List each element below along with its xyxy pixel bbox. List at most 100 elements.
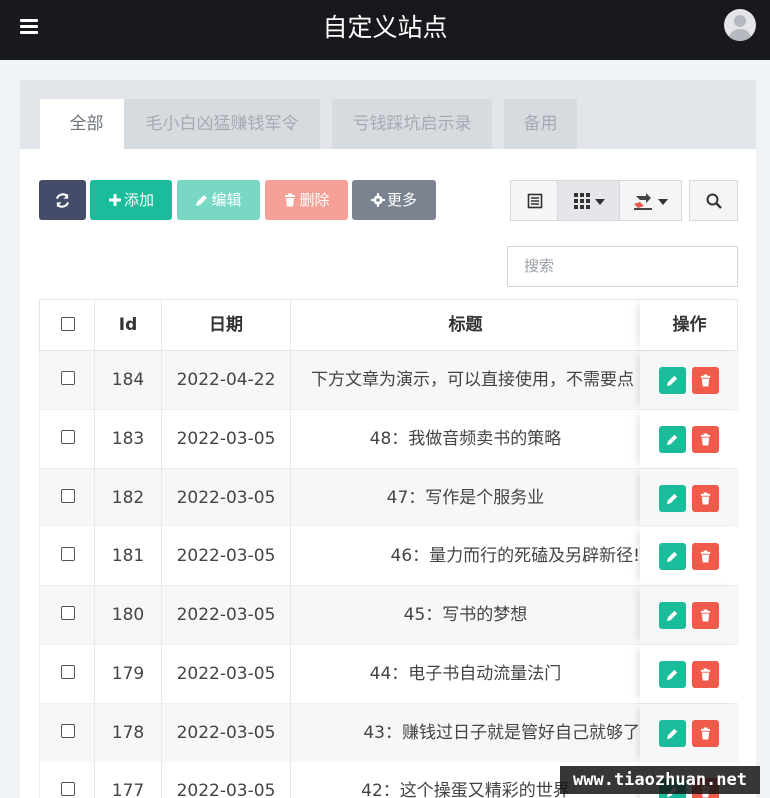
row-title: 43：赚钱过日子就是管好自己就够了	[363, 723, 640, 743]
row-edit-button[interactable]	[659, 661, 686, 688]
row-title: 44：电子书自动流量法门	[369, 664, 562, 684]
refresh-button[interactable]	[39, 180, 86, 220]
row-delete-button[interactable]	[692, 661, 719, 688]
row-actions	[640, 527, 739, 585]
trash-icon	[700, 433, 711, 446]
row-edit-button[interactable]	[659, 426, 686, 453]
pencil-icon	[666, 551, 678, 563]
trash-icon	[700, 668, 711, 681]
row-edit-button[interactable]	[659, 485, 686, 512]
row-date: 2022-03-05	[162, 704, 291, 762]
row-edit-button[interactable]	[659, 543, 686, 570]
row-checkbox[interactable]	[61, 724, 75, 738]
row-checkbox[interactable]	[61, 606, 75, 620]
table-header: Id 日期 标题 操作	[39, 299, 738, 351]
row-date: 2022-03-05	[162, 762, 291, 798]
delete-label: 删除	[299, 191, 330, 209]
row-checkbox[interactable]	[61, 430, 75, 444]
row-checkbox[interactable]	[61, 489, 75, 503]
tab-lessons[interactable]: 亏钱踩坑启示录	[332, 99, 492, 149]
header-checkbox-cell	[40, 300, 95, 350]
pencil-icon	[666, 375, 678, 387]
row-date: 2022-04-22	[162, 351, 291, 409]
list-icon	[527, 193, 543, 209]
column-header-date[interactable]: 日期	[162, 300, 291, 350]
edit-button[interactable]: 编辑	[177, 180, 260, 220]
trash-icon	[700, 727, 711, 740]
row-title: 45：写书的梦想	[403, 605, 528, 625]
row-checkbox-cell	[40, 704, 95, 762]
tab-all[interactable]: 全部	[40, 99, 133, 149]
pencil-icon	[666, 728, 678, 740]
row-edit-button[interactable]	[659, 720, 686, 747]
gear-icon	[370, 193, 385, 207]
row-title: 47：写作是个服务业	[386, 488, 545, 508]
row-edit-button[interactable]	[659, 367, 686, 394]
pencil-icon	[666, 610, 678, 622]
user-avatar-icon[interactable]	[724, 9, 756, 41]
row-id: 183	[95, 410, 162, 468]
row-id: 177	[95, 762, 162, 798]
row-date: 2022-03-05	[162, 469, 291, 527]
row-checkbox[interactable]	[61, 782, 75, 796]
search-button[interactable]	[689, 180, 738, 221]
table-row: 182 2022-03-05 47：写作是个服务业	[39, 469, 739, 528]
row-checkbox-cell	[40, 586, 95, 644]
toggle-view-button[interactable]	[510, 180, 558, 221]
pencil-icon	[666, 493, 678, 505]
row-delete-button[interactable]	[692, 426, 719, 453]
watermark: www.tiaozhuan.net	[560, 766, 760, 794]
search-input[interactable]: 搜索	[507, 246, 738, 287]
add-button[interactable]: 添加	[90, 180, 172, 220]
row-delete-button[interactable]	[692, 602, 719, 629]
column-header-title[interactable]: 标题	[291, 300, 640, 350]
column-header-id[interactable]: Id	[95, 300, 162, 350]
row-actions	[640, 469, 739, 527]
select-all-checkbox[interactable]	[61, 317, 75, 331]
row-delete-button[interactable]	[692, 543, 719, 570]
row-checkbox[interactable]	[61, 547, 75, 561]
row-checkbox-cell	[40, 410, 95, 468]
top-navbar: 自定义站点	[0, 0, 770, 60]
row-delete-button[interactable]	[692, 485, 719, 512]
row-checkbox-cell	[40, 645, 95, 703]
add-label: 添加	[123, 191, 154, 209]
row-date: 2022-03-05	[162, 527, 291, 585]
more-label: 更多	[386, 191, 417, 209]
chevron-down-icon	[658, 199, 668, 205]
row-id: 179	[95, 645, 162, 703]
more-button[interactable]: 更多	[352, 180, 436, 220]
row-delete-button[interactable]	[692, 720, 719, 747]
row-delete-button[interactable]	[692, 367, 719, 394]
tab-earn-money[interactable]: 毛小白凶猛赚钱军令	[124, 99, 320, 149]
plus-icon	[108, 194, 121, 206]
columns-dropdown-button[interactable]	[557, 180, 620, 221]
table-row: 180 2022-03-05 45：写书的梦想	[39, 586, 739, 645]
row-edit-button[interactable]	[659, 602, 686, 629]
row-title: 46：量力而行的死磕及另辟新径!	[390, 546, 640, 566]
export-dropdown-button[interactable]	[619, 180, 682, 221]
row-date: 2022-03-05	[162, 410, 291, 468]
row-actions	[640, 586, 739, 644]
trash-icon	[700, 374, 711, 387]
row-actions	[640, 645, 739, 703]
row-title: 下方文章为演示，可以直接使用，不需要点	[311, 370, 634, 390]
table-row: 184 2022-04-22 下方文章为演示，可以直接使用，不需要点	[39, 351, 739, 410]
row-checkbox[interactable]	[61, 665, 75, 679]
row-checkbox[interactable]	[61, 371, 75, 385]
row-date: 2022-03-05	[162, 586, 291, 644]
row-actions	[640, 410, 739, 468]
pencil-icon	[666, 434, 678, 446]
app-title: 自定义站点	[322, 13, 448, 42]
tab-backup[interactable]: 备用	[504, 99, 577, 149]
row-id: 181	[95, 527, 162, 585]
row-id: 180	[95, 586, 162, 644]
trash-icon	[285, 193, 296, 207]
column-header-actions: 操作	[640, 300, 739, 350]
row-actions	[640, 351, 739, 409]
table-row: 181 2022-03-05 46：量力而行的死磕及另辟新径!	[39, 527, 739, 586]
row-checkbox-cell	[40, 469, 95, 527]
delete-button[interactable]: 删除	[265, 180, 348, 220]
refresh-icon	[55, 193, 70, 208]
table-row: 183 2022-03-05 48：我做音频卖书的策略	[39, 410, 739, 469]
